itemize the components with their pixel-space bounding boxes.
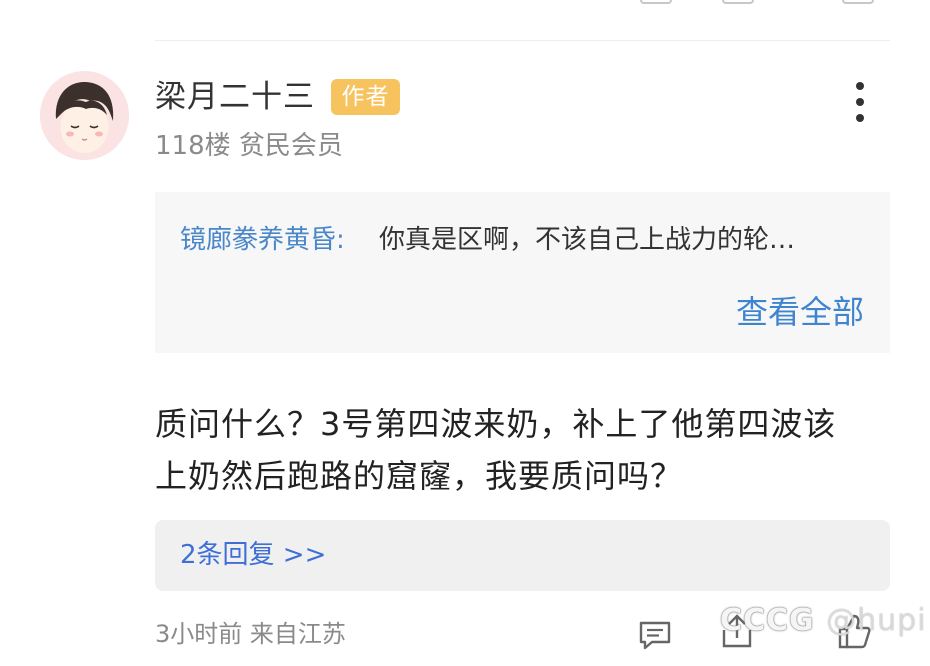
post-body-line: 质问什么？3号第四波来奶，补上了他第四波该	[155, 405, 837, 443]
comment-icon[interactable]	[638, 620, 672, 650]
previous-post-actions	[630, 0, 890, 4]
avatar[interactable]	[40, 71, 129, 160]
view-all-link[interactable]: 查看全部	[736, 292, 864, 332]
previous-comment-icon[interactable]	[640, 0, 672, 4]
replies-panel[interactable]: 2条回复 >>	[155, 520, 890, 591]
previous-like-icon[interactable]	[842, 0, 874, 4]
watermark-brand: CCCG	[720, 603, 815, 638]
username[interactable]: 梁月二十三	[155, 78, 315, 116]
post-body: 质问什么？3号第四波来奶，补上了他第四波该 上奶然后跑路的窟窿，我要质问吗？	[155, 398, 890, 502]
post-body-line: 上奶然后跑路的窟窿，我要质问吗？	[155, 457, 684, 495]
more-vertical-icon	[856, 82, 864, 90]
quote-author[interactable]: 镜廊豢养黄昏:	[180, 223, 345, 257]
floor-number: 118楼	[155, 131, 231, 161]
watermark: CCCG @hupi	[720, 603, 927, 638]
post-time-location: 3小时前 来自江苏	[155, 620, 346, 648]
member-rank: 贫民会员	[238, 131, 343, 161]
avatar-illustration	[40, 71, 129, 160]
quoted-reply[interactable]: 镜廊豢养黄昏: 你真是区啊，不该自己上战力的轮… 查看全部	[155, 192, 890, 353]
post-divider	[155, 40, 890, 41]
quote-text: 你真是区啊，不该自己上战力的轮…	[379, 225, 796, 255]
replies-link[interactable]: 2条回复 >>	[180, 537, 326, 573]
more-options-button[interactable]	[846, 80, 874, 124]
author-badge: 作者	[331, 79, 400, 115]
watermark-handle: @hupi	[826, 603, 927, 638]
previous-share-icon[interactable]	[722, 0, 754, 4]
post-meta: 118楼 贫民会员	[155, 130, 343, 162]
